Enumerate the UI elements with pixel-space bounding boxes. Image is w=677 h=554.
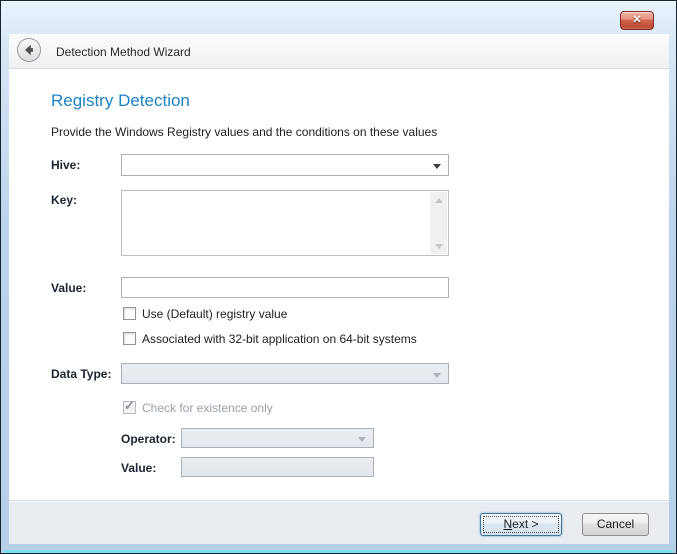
value-label: Value: [51,281,86,295]
assoc-32bit-checkbox[interactable] [123,332,136,345]
chevron-down-icon [433,373,441,378]
operator-combobox [181,428,374,448]
hive-label: Hive: [51,158,80,172]
use-default-label: Use (Default) registry value [142,307,287,321]
operator-combobox-value [182,429,373,432]
wizard-client-area: Detection Method Wizard Registry Detecti… [9,34,669,544]
hive-combobox-value [122,155,448,158]
use-default-checkbox[interactable] [123,307,136,320]
next-button[interactable]: Next > [480,513,562,536]
scroll-down-button[interactable] [430,238,447,254]
condition-value-label: Value: [121,461,156,475]
existence-label: Check for existence only [142,401,273,415]
checkmark-icon: ✓ [124,399,135,412]
close-button[interactable]: ✕ [620,11,654,30]
wizard-title: Detection Method Wizard [56,35,191,69]
key-label: Key: [51,193,77,207]
cancel-button-label: Cancel [597,517,634,531]
chevron-down-icon [358,437,366,442]
data-type-label: Data Type: [51,367,111,381]
existence-checkbox: ✓ [123,401,136,414]
chevron-down-icon [433,164,441,169]
value-input[interactable] [121,277,449,298]
back-arrow-icon [22,43,36,57]
page-description: Provide the Windows Registry values and … [51,125,437,139]
key-scrollbar[interactable] [430,192,447,254]
triangle-down-icon [435,244,443,249]
data-type-combobox [121,363,449,384]
scroll-up-button[interactable] [430,192,447,208]
close-icon: ✕ [632,14,641,26]
cancel-button[interactable]: Cancel [582,513,649,536]
titlebar[interactable] [1,1,676,33]
next-button-label: ext > [512,517,538,531]
back-button[interactable] [17,38,41,62]
next-button-mnemonic: N [503,517,512,531]
page-heading: Registry Detection [51,91,190,111]
condition-value-input [181,457,374,477]
key-textarea[interactable] [121,190,449,256]
window-bottom-glow [4,550,673,553]
operator-label: Operator: [121,432,176,446]
hive-combobox[interactable] [121,154,449,176]
data-type-combobox-value [122,364,448,367]
assoc-32bit-label: Associated with 32-bit application on 64… [142,332,417,346]
wizard-header: Detection Method Wizard [9,35,669,69]
wizard-window: ✕ Detection Method Wizard Registry Detec… [0,0,677,554]
footer-bar: Next > Cancel [9,500,669,544]
triangle-up-icon [435,198,443,203]
